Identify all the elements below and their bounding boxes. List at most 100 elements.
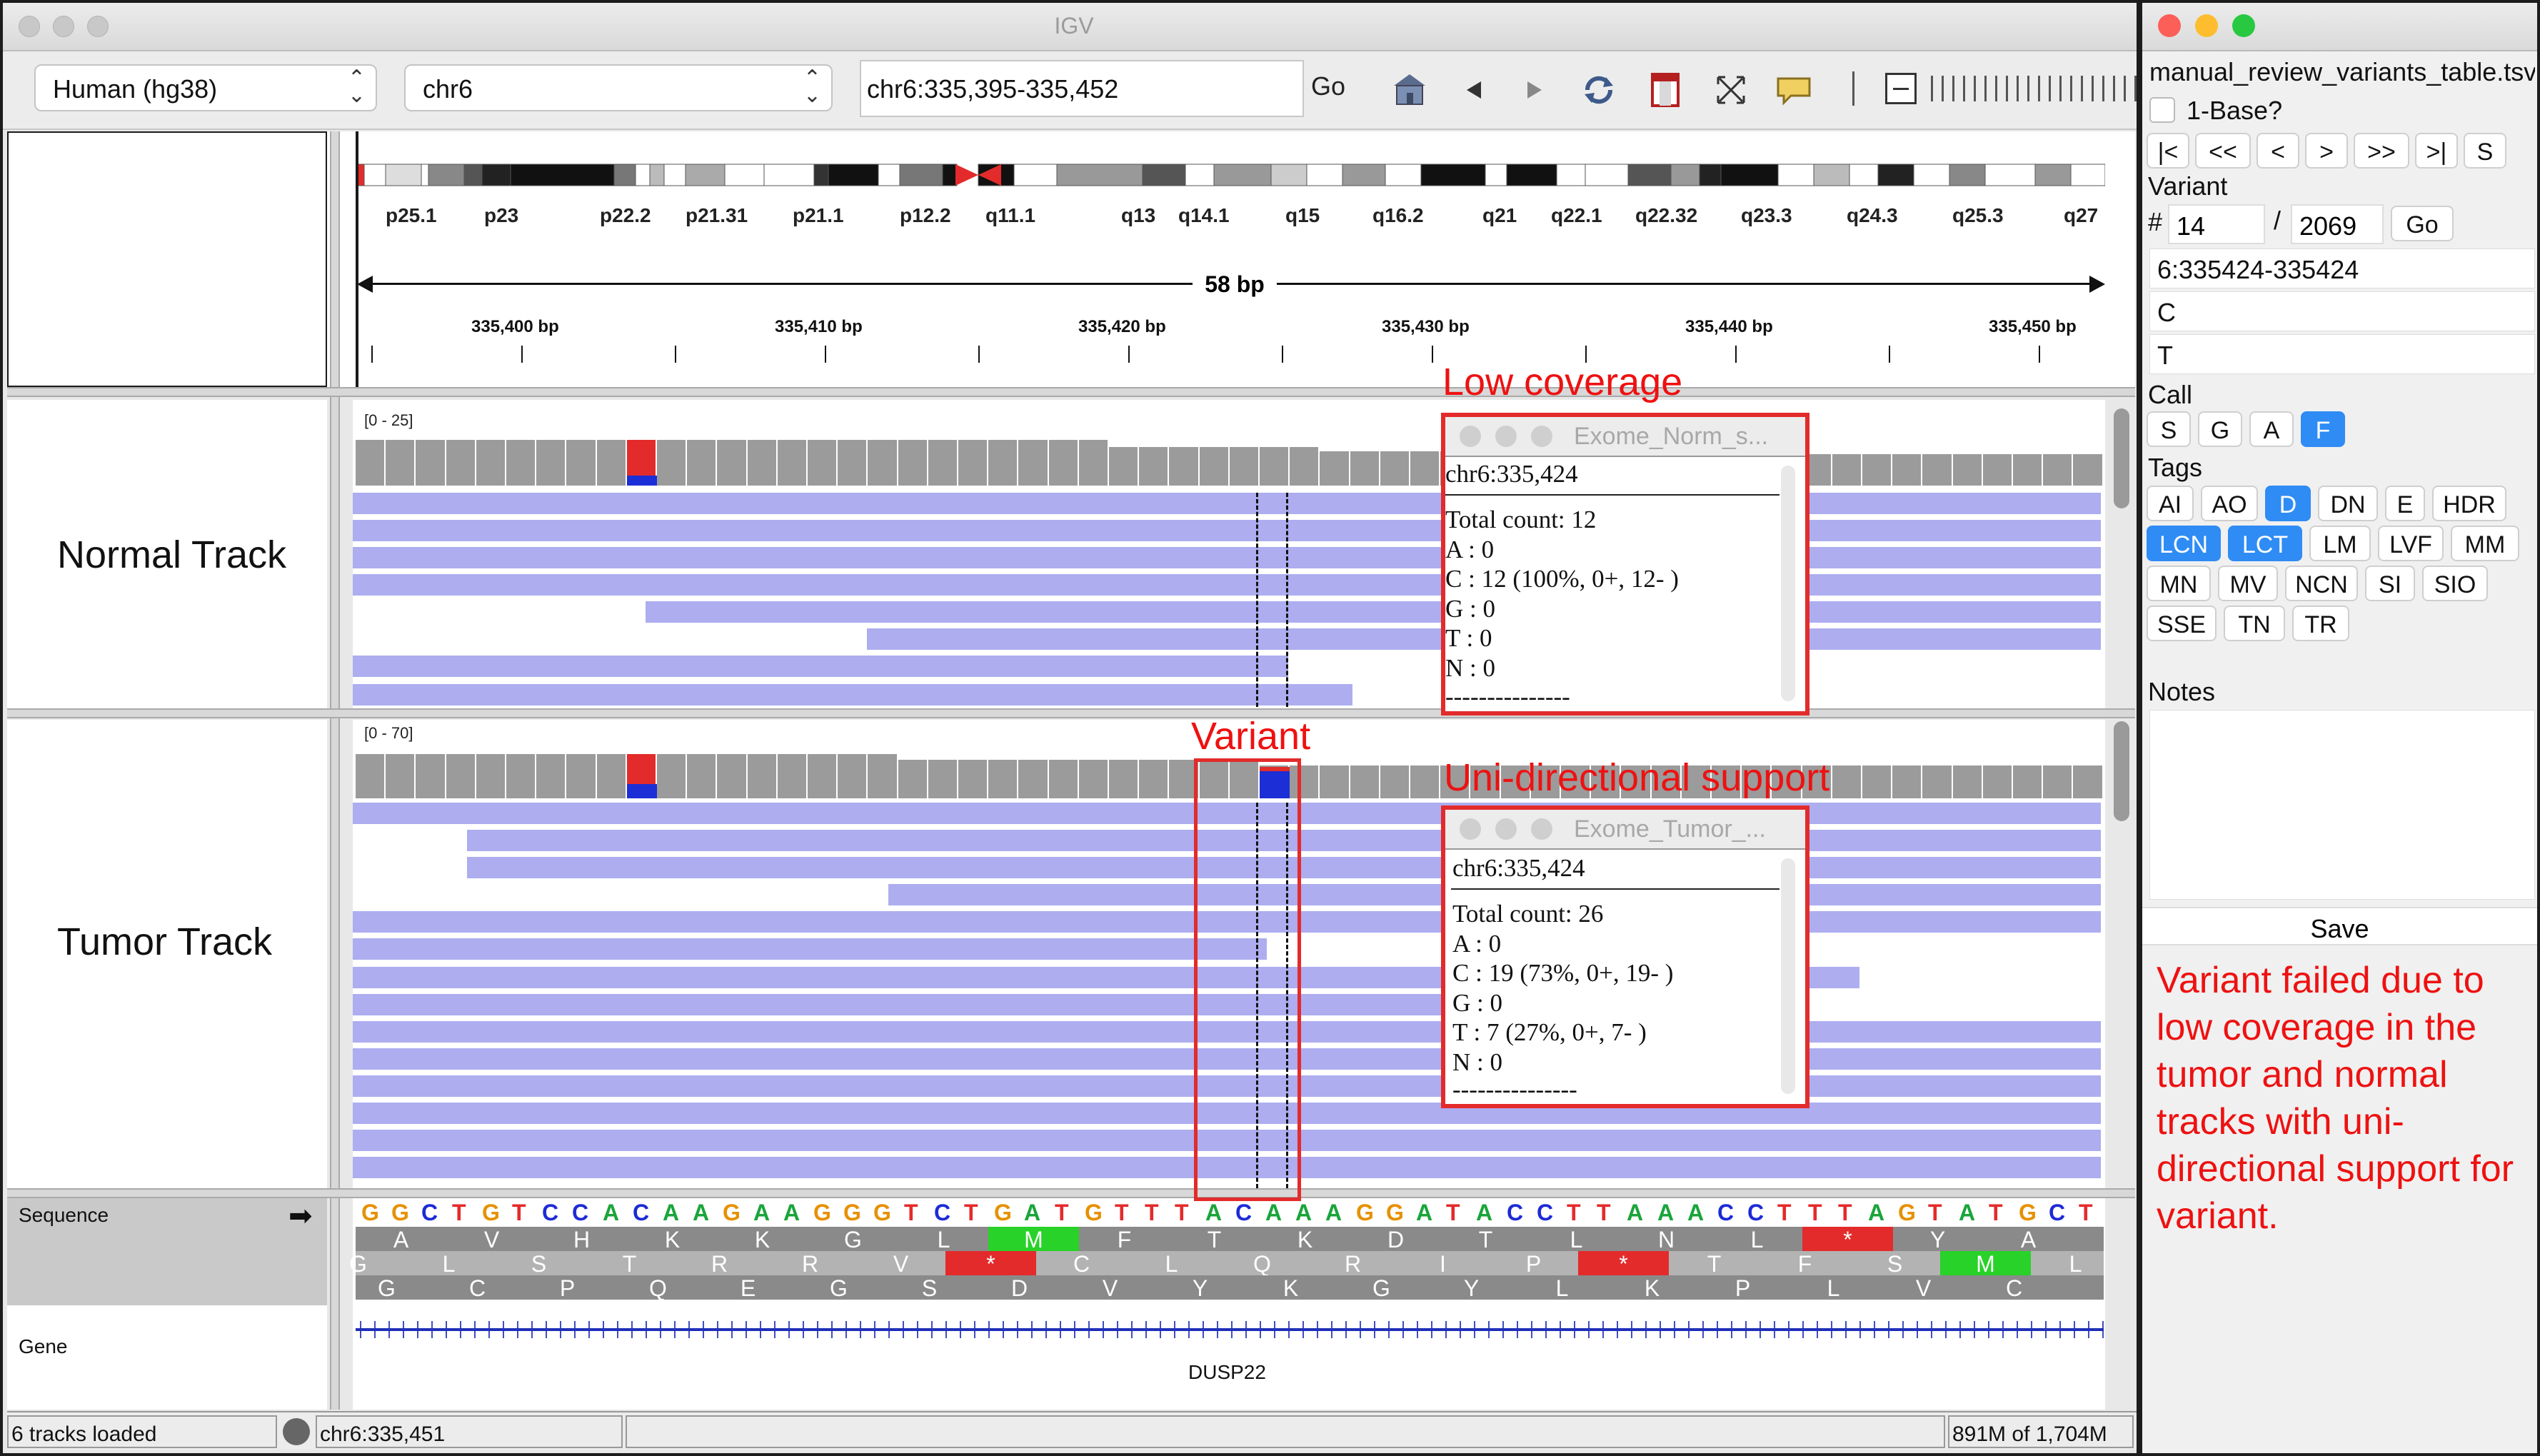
tag-button-e[interactable]: E [2385, 486, 2425, 521]
variant-locus-field[interactable]: 6:335424-335424 [2149, 248, 2535, 288]
zoom-slider[interactable] [1931, 76, 2138, 101]
coverage-bar[interactable] [1892, 765, 1923, 798]
back-ten-button[interactable]: << [2195, 133, 2251, 169]
normal-alignments[interactable] [353, 493, 2102, 707]
popup-close-icon[interactable] [1460, 426, 1481, 447]
coverage-bar[interactable] [596, 440, 627, 486]
coverage-bar[interactable] [566, 754, 597, 798]
popup-close-icon[interactable] [1460, 818, 1481, 840]
alignment-read[interactable] [353, 656, 1288, 677]
coverage-bar[interactable] [476, 440, 506, 486]
coverage-bar[interactable] [1018, 440, 1049, 486]
coverage-bar[interactable] [2073, 454, 2104, 486]
tag-button-ai[interactable]: AI [2147, 486, 2194, 521]
tumor-track-scrollbar[interactable] [2114, 721, 2129, 821]
tag-button-si[interactable]: SI [2365, 566, 2415, 601]
tag-button-d[interactable]: D [2265, 486, 2311, 521]
coverage-bar[interactable] [476, 754, 506, 798]
translation-frame-2[interactable]: G L S T R R V * C L Q R I P * T F S M L [349, 1251, 2104, 1277]
coverage-bar[interactable] [1952, 765, 1983, 798]
coverage-bar[interactable] [1048, 760, 1079, 798]
zoom-out-icon[interactable] [1885, 73, 1917, 104]
popup-minimize-icon[interactable] [1495, 818, 1517, 840]
tag-button-mv[interactable]: MV [2218, 566, 2278, 601]
home-icon[interactable] [1388, 69, 1431, 111]
back-arrow-icon[interactable] [1452, 69, 1495, 111]
coverage-bar[interactable] [1320, 765, 1350, 798]
coverage-bar[interactable] [1139, 760, 1170, 798]
normal-info-popup[interactable]: Exome_Norm_s... chr6:335,424 Total count… [1441, 413, 1809, 716]
ref-allele-field[interactable]: C [2149, 291, 2535, 331]
coverage-bar[interactable] [928, 440, 958, 486]
coverage-bar[interactable] [777, 754, 808, 798]
translation-frame-3[interactable]: GCPQEGSDVYKGYLKPLVC [356, 1275, 2104, 1301]
coverage-bar[interactable] [2043, 454, 2074, 486]
gene-name[interactable]: DUSP22 [1188, 1361, 1266, 1384]
coverage-bar[interactable] [1290, 447, 1320, 486]
coverage-bar[interactable] [1320, 451, 1350, 486]
coverage-bar[interactable] [717, 754, 748, 798]
zoom-window-icon[interactable] [2232, 14, 2255, 37]
coverage-bar[interactable] [898, 440, 928, 486]
coverage-bar[interactable] [687, 440, 718, 486]
close-window-icon[interactable] [19, 16, 40, 37]
previous-variant-button[interactable]: < [2257, 133, 2299, 169]
tag-button-ao[interactable]: AO [2201, 486, 2258, 521]
tag-button-dn[interactable]: DN [2318, 486, 2378, 521]
coverage-bar[interactable] [1832, 765, 1862, 798]
alignment-read[interactable] [353, 493, 2101, 514]
forward-arrow-icon[interactable] [1513, 69, 1556, 111]
last-variant-button[interactable]: >| [2415, 133, 2458, 169]
coverage-bar[interactable] [566, 440, 597, 486]
alignment-read[interactable] [353, 520, 2101, 541]
tumor-info-popup[interactable]: Exome_Tumor_... chr6:335,424 Total count… [1441, 805, 1809, 1108]
next-variant-button[interactable]: > [2305, 133, 2348, 169]
coverage-bar[interactable] [1922, 454, 1953, 486]
coverage-bar[interactable] [1350, 451, 1380, 486]
tag-button-hdr[interactable]: HDR [2432, 486, 2506, 521]
coverage-bar[interactable] [1862, 454, 1893, 486]
tag-button-lcn[interactable]: LCN [2147, 526, 2221, 561]
tag-button-lct[interactable]: LCT [2228, 526, 2302, 561]
coverage-bar[interactable] [838, 754, 868, 798]
tag-button-mn[interactable]: MN [2147, 566, 2211, 601]
strand-arrow-icon[interactable]: ➡ [288, 1200, 313, 1232]
coverage-bar[interactable] [446, 440, 476, 486]
coverage-bar[interactable] [2043, 765, 2074, 798]
coverage-bar[interactable] [1832, 454, 1862, 486]
coverage-bar[interactable] [506, 440, 537, 486]
snapshot-button[interactable]: S [2464, 133, 2506, 169]
coverage-bar[interactable] [1139, 447, 1170, 486]
tag-button-tr[interactable]: TR [2292, 606, 2349, 641]
coverage-bar[interactable] [1199, 447, 1230, 486]
coverage-bar[interactable] [386, 440, 416, 486]
coverage-bar[interactable] [1862, 765, 1893, 798]
coverage-bar[interactable] [657, 440, 688, 486]
coverage-bar[interactable] [536, 754, 567, 798]
variant-index-input[interactable]: 14 [2168, 204, 2265, 244]
coverage-bar[interactable] [356, 754, 386, 798]
region-of-interest-icon[interactable] [1644, 69, 1687, 111]
alignment-read[interactable] [353, 547, 2101, 568]
tag-button-lvf[interactable]: LVF [2378, 526, 2444, 561]
call-option-a[interactable]: A [2249, 411, 2294, 447]
coverage-bar[interactable] [506, 754, 537, 798]
normal-coverage-track[interactable] [356, 436, 2104, 486]
zoom-window-icon[interactable] [87, 16, 109, 37]
alt-allele-field[interactable]: T [2149, 334, 2535, 374]
coverage-bar[interactable] [868, 754, 898, 798]
normal-track-label[interactable]: Normal Track [57, 533, 286, 577]
coverage-bar[interactable] [1109, 447, 1140, 486]
coverage-bar[interactable] [687, 754, 718, 798]
tag-button-sio[interactable]: SIO [2422, 566, 2488, 601]
locus-input[interactable]: chr6:335,395-335,452 [860, 60, 1304, 117]
coverage-bar[interactable] [386, 754, 416, 798]
coverage-bar[interactable] [1952, 454, 1983, 486]
coverage-bar[interactable] [958, 440, 989, 486]
tag-button-sse[interactable]: SSE [2147, 606, 2217, 641]
coverage-bar[interactable] [657, 754, 688, 798]
coverage-bar[interactable] [1410, 765, 1441, 798]
call-option-g[interactable]: G [2198, 411, 2242, 447]
coverage-bar[interactable] [988, 760, 1019, 798]
popup-minimize-icon[interactable] [1495, 426, 1517, 447]
